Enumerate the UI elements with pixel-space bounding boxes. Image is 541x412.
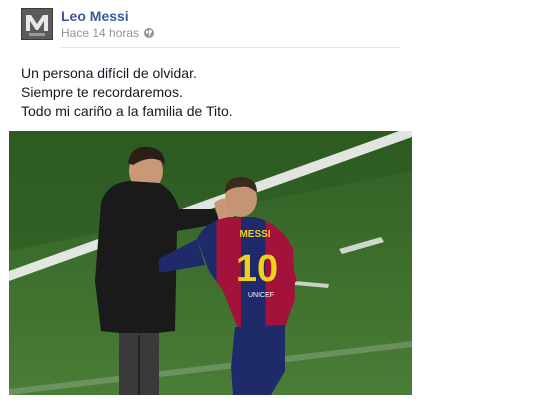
- profile-avatar[interactable]: [21, 8, 53, 40]
- post-meta: Hace 14 horas: [61, 26, 155, 40]
- globe-icon[interactable]: [143, 27, 155, 39]
- author-name[interactable]: Leo Messi: [61, 8, 129, 24]
- message-line: Un persona difícil de olvidar.: [21, 65, 197, 81]
- photo-illustration: MESSI 10 UNICEF: [9, 131, 412, 395]
- jersey-number: 10: [236, 248, 278, 290]
- jersey-sponsor: UNICEF: [248, 292, 274, 299]
- message-line: Siempre te recordaremos.: [21, 84, 183, 100]
- facebook-post: Leo Messi Hace 14 horas Un persona difíc…: [0, 0, 541, 412]
- post-message: Un persona difícil de olvidar. Siempre t…: [21, 64, 501, 121]
- post-timestamp[interactable]: Hace 14 horas: [61, 26, 139, 40]
- messi-logo-icon: [22, 9, 52, 39]
- jersey-name: MESSI: [239, 229, 270, 240]
- post-photo[interactable]: MESSI 10 UNICEF: [9, 131, 412, 395]
- message-line: Todo mi cariño a la familia de Tito.: [21, 103, 233, 119]
- header-divider: [60, 47, 400, 48]
